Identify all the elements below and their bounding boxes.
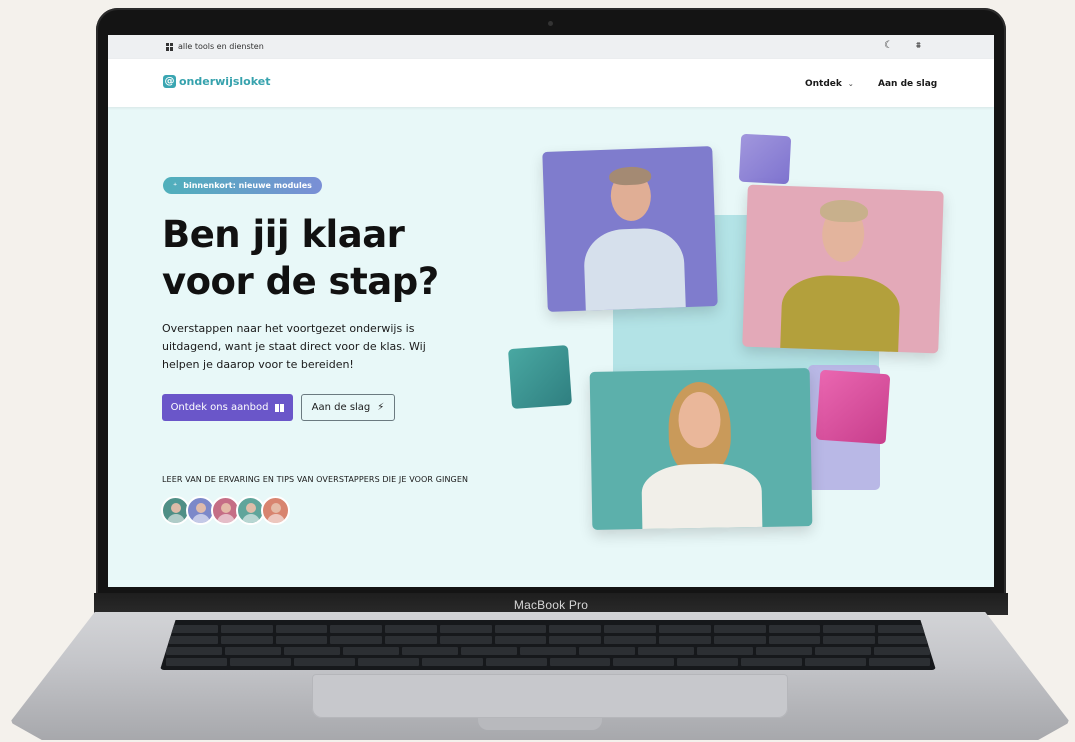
utility-bar: alle tools en diensten ☾ ⩩ [108, 35, 994, 59]
discover-offer-button[interactable]: Ontdek ons aanbod [162, 394, 293, 421]
main-navbar: @ onderwijsloket Ontdek ⌄ Aan de slag [108, 59, 994, 107]
avatar[interactable] [261, 496, 290, 525]
photo-man-shirt [583, 227, 687, 312]
photo-man-hair [608, 166, 652, 186]
at-icon: @ [163, 75, 176, 88]
nav-aan-de-slag[interactable]: Aan de slag [878, 79, 937, 89]
badge-label: binnenkort: nieuwe modules [183, 181, 312, 190]
new-modules-badge[interactable]: ⁺ binnenkort: nieuwe modules [163, 177, 322, 194]
screen: alle tools en diensten ☾ ⩩ @ onderwijslo… [108, 35, 994, 587]
discover-offer-label: Ontdek ons aanbod [170, 402, 269, 413]
keyboard [160, 620, 936, 670]
photo-woman-hair [819, 199, 869, 223]
photo-man-purple [542, 146, 718, 312]
logo-text: onderwijsloket [179, 75, 271, 88]
device-label: MacBook Pro [94, 593, 1008, 615]
all-tools-label: alle tools en diensten [178, 42, 264, 51]
title-line-1: Ben jij klaar [162, 213, 405, 256]
photo-woman-teal [589, 368, 813, 530]
hero-description: Overstappen naar het voortgezet onderwij… [162, 322, 426, 371]
photo-woman-pink [742, 184, 944, 354]
grid-icon [166, 42, 174, 51]
language-icon[interactable]: ⩩ [916, 41, 921, 51]
decorative-square-purple [738, 133, 792, 185]
avatar-group [161, 496, 290, 525]
all-tools-link[interactable]: alle tools en diensten [166, 42, 264, 51]
book-icon [275, 403, 285, 412]
title-line-2: voor de stap? [162, 260, 439, 303]
logo[interactable]: @ onderwijsloket [163, 75, 270, 88]
nav-ontdek-label: Ontdek [805, 79, 842, 89]
decorative-square-teal [507, 344, 573, 410]
get-started-button[interactable]: Aan de slag ⚡ [301, 394, 395, 421]
dark-mode-moon-icon[interactable]: ☾ [884, 40, 893, 51]
photo-woman-top [641, 462, 763, 530]
lid-notch [478, 718, 602, 730]
sparkle-icon: ⁺ [173, 181, 178, 190]
photo-woman-jacket [780, 273, 901, 354]
testimonial-heading: LEER VAN DE ERVARING EN TIPS VAN OVERSTA… [162, 475, 469, 484]
get-started-label: Aan de slag [311, 402, 371, 413]
decorative-square-pink [815, 369, 891, 445]
trackpad [312, 674, 788, 718]
lightning-icon: ⚡ [377, 402, 385, 413]
page-title: Ben jij klaar voor de stap? [162, 211, 482, 305]
nav-ontdek[interactable]: Ontdek ⌄ [805, 79, 854, 89]
webcam [548, 21, 553, 26]
chevron-down-icon: ⌄ [847, 80, 854, 88]
